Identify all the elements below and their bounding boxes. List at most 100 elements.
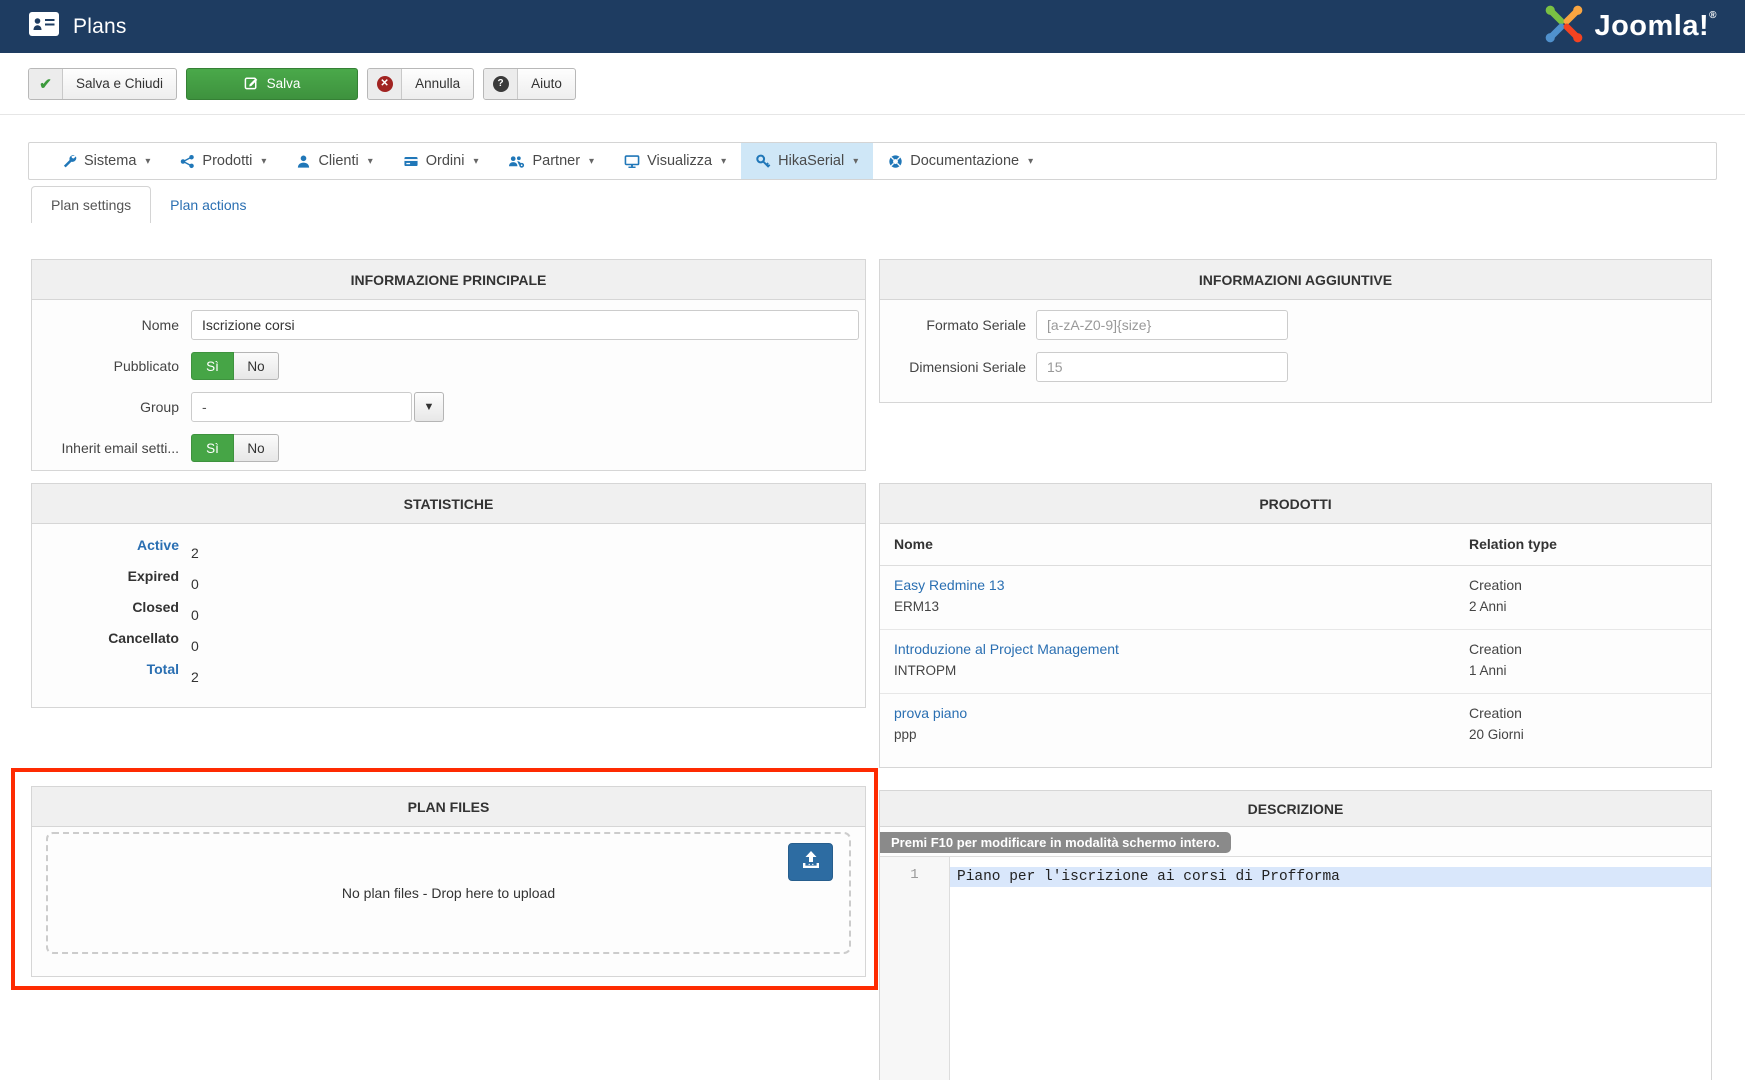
- product-code: ERM13: [894, 599, 1005, 614]
- product-link[interactable]: Easy Redmine 13: [894, 577, 1005, 593]
- app-window: Plans Joomla!® ✔ Salva e Chiudi: [0, 0, 1745, 1080]
- table-row: prova piano ppp Creation 20 Giorni: [880, 694, 1711, 758]
- toolbar: ✔ Salva e Chiudi Salva ✕ Annulla ? Aiuto: [0, 53, 1745, 115]
- group-select-caret-button[interactable]: ▼: [414, 392, 444, 422]
- user-icon: [296, 154, 311, 169]
- stat-total-value: 2: [191, 661, 199, 692]
- panel-main-info: INFORMAZIONE PRINCIPALE Nome Pubblicato …: [31, 259, 866, 471]
- stat-row-total: Total 2: [32, 661, 865, 692]
- chevron-down-icon: ▾: [473, 156, 478, 167]
- menu-item-documentazione[interactable]: Documentazione▾: [873, 143, 1048, 179]
- panel-additional-info: INFORMAZIONI AGGIUNTIVE Formato Seriale …: [879, 259, 1712, 403]
- published-no-button[interactable]: No: [234, 352, 279, 380]
- editor-line[interactable]: Piano per l'iscrizione ai corsi di Proff…: [950, 867, 1711, 887]
- menu-item-sistema[interactable]: Sistema▾: [47, 143, 165, 179]
- menu-item-partner[interactable]: Partner▾: [493, 143, 609, 179]
- chevron-down-icon: ▾: [145, 156, 150, 167]
- serial-format-input[interactable]: [1036, 310, 1288, 340]
- chevron-down-icon: ▾: [368, 156, 373, 167]
- menu-item-ordini[interactable]: Ordini▾: [388, 143, 494, 179]
- display-icon: [624, 154, 640, 169]
- column-nome: Nome: [894, 536, 933, 552]
- inherit-email-label: Inherit email setti...: [32, 440, 179, 456]
- stat-row-closed: Closed 0: [32, 599, 865, 630]
- help-icon: ?: [493, 76, 509, 92]
- stat-active-link[interactable]: Active: [32, 537, 179, 568]
- inherit-no-button[interactable]: No: [234, 434, 279, 462]
- chevron-down-icon: ▾: [589, 156, 594, 167]
- upload-button[interactable]: [788, 843, 833, 881]
- contact-card-icon: [29, 12, 59, 41]
- name-label: Nome: [32, 317, 179, 333]
- panel-title: INFORMAZIONE PRINCIPALE: [32, 260, 865, 300]
- credit-card-icon: [403, 154, 419, 169]
- menu-item-visualizza[interactable]: Visualizza▾: [609, 143, 741, 179]
- joomla-logo: Joomla!®: [1542, 2, 1745, 51]
- stat-row-active: Active 2: [32, 537, 865, 568]
- serial-format-label: Formato Seriale: [880, 317, 1026, 333]
- product-link[interactable]: prova piano: [894, 705, 967, 721]
- table-row: Easy Redmine 13 ERM13 Creation 2 Anni: [880, 566, 1711, 630]
- share-nodes-icon: [180, 154, 195, 169]
- plan-files-dropzone[interactable]: No plan files - Drop here to upload: [46, 832, 851, 954]
- published-yes-button[interactable]: Sì: [191, 352, 234, 380]
- stat-cancelled-label: Cancellato: [32, 630, 179, 661]
- column-relation-type: Relation type: [1469, 536, 1557, 552]
- save-button[interactable]: Salva: [186, 68, 358, 100]
- panel-title: PLAN FILES: [32, 787, 865, 827]
- panel-products: PRODOTTI Nome Relation type Easy Redmine…: [879, 483, 1712, 768]
- product-duration: 20 Giorni: [1469, 727, 1524, 742]
- inherit-yes-button[interactable]: Sì: [191, 434, 234, 462]
- joomla-logo-icon: [1542, 2, 1586, 51]
- stat-expired-label: Expired: [32, 568, 179, 599]
- line-number: 1: [880, 867, 949, 883]
- stat-active-value: 2: [191, 537, 199, 568]
- tab-plan-actions[interactable]: Plan actions: [151, 186, 265, 223]
- stat-closed-label: Closed: [32, 599, 179, 630]
- tab-plan-settings[interactable]: Plan settings: [31, 186, 151, 223]
- chevron-down-icon: ▾: [1028, 156, 1033, 167]
- group-select[interactable]: -: [191, 392, 412, 422]
- menu-item-clienti[interactable]: Clienti▾: [281, 143, 387, 179]
- editor-line-number-gutter: 1: [880, 857, 950, 1080]
- name-input[interactable]: [191, 310, 859, 340]
- serial-size-input[interactable]: [1036, 352, 1288, 382]
- save-close-button[interactable]: ✔ Salva e Chiudi: [28, 68, 177, 100]
- life-ring-icon: [888, 154, 903, 169]
- panel-title: DESCRIZIONE: [880, 791, 1711, 827]
- product-relation: Creation: [1469, 577, 1522, 593]
- products-column-header: Nome Relation type: [880, 524, 1711, 566]
- chevron-down-icon: ▾: [261, 156, 266, 167]
- cancel-button[interactable]: ✕ Annulla: [367, 68, 474, 100]
- check-icon: ✔: [29, 69, 63, 99]
- caret-down-icon: ▼: [424, 401, 435, 413]
- editor-content-area[interactable]: Piano per l'iscrizione ai corsi di Proff…: [950, 857, 1711, 1080]
- help-button[interactable]: ? Aiuto: [483, 68, 576, 100]
- stat-cancelled-value: 0: [191, 630, 199, 661]
- menu-item-prodotti[interactable]: Prodotti▾: [165, 143, 281, 179]
- inherit-email-toggle: Sì No: [191, 434, 279, 462]
- product-relation: Creation: [1469, 705, 1524, 721]
- joomla-wordmark: Joomla!®: [1594, 10, 1717, 43]
- page-title: Plans: [73, 15, 127, 39]
- main-menubar: Sistema▾ Prodotti▾ Clienti▾ Ordini▾: [28, 142, 1717, 180]
- key-icon: [756, 154, 771, 169]
- panel-statistics: STATISTICHE Active 2 Expired 0 Closed 0 …: [31, 483, 866, 708]
- product-relation: Creation: [1469, 641, 1522, 657]
- published-toggle: Sì No: [191, 352, 279, 380]
- description-code-editor[interactable]: 1 Piano per l'iscrizione ai corsi di Pro…: [880, 856, 1711, 1080]
- users-gear-icon: [508, 154, 525, 169]
- panel-plan-files: PLAN FILES No plan files - Drop here to …: [31, 786, 866, 977]
- product-duration: 2 Anni: [1469, 599, 1522, 614]
- chevron-down-icon: ▾: [853, 156, 858, 167]
- menu-item-hikaserial[interactable]: HikaSerial▾: [741, 143, 873, 179]
- stat-expired-value: 0: [191, 568, 199, 599]
- published-label: Pubblicato: [32, 358, 179, 374]
- editor-fullscreen-hint: Premi F10 per modificare in modalità sch…: [880, 832, 1231, 853]
- top-header-bar: Plans Joomla!®: [0, 0, 1745, 53]
- panel-description: DESCRIZIONE Premi F10 per modificare in …: [879, 790, 1712, 1080]
- stat-total-link[interactable]: Total: [32, 661, 179, 692]
- product-link[interactable]: Introduzione al Project Management: [894, 641, 1119, 657]
- panel-title: PRODOTTI: [880, 484, 1711, 524]
- table-row: Introduzione al Project Management INTRO…: [880, 630, 1711, 694]
